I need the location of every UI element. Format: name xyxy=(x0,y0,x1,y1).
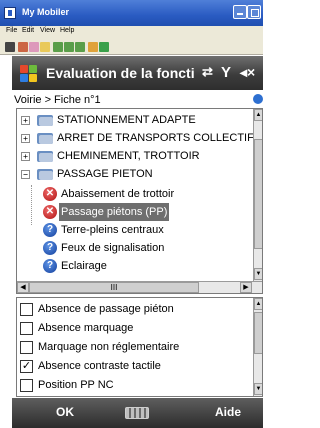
help-softkey[interactable]: Aide xyxy=(215,405,241,419)
tree-horizontal-scrollbar[interactable]: ◀ III ▶ xyxy=(17,281,262,293)
tree-item[interactable]: ? Feux de signalisation xyxy=(17,239,253,257)
checklist-item[interactable]: Absence de passage piéton xyxy=(17,300,253,319)
checklist-label: Absence de passage piéton xyxy=(38,303,174,315)
tree-item[interactable]: ? Terre-pleins centraux xyxy=(17,221,253,239)
tree-item[interactable]: ? Eclairage xyxy=(17,257,253,275)
minimize-button[interactable] xyxy=(233,5,247,19)
question-status-icon: ? xyxy=(43,223,57,237)
tree-item[interactable]: − PASSAGE PIETON xyxy=(17,165,253,183)
expand-icon[interactable]: + xyxy=(21,134,30,143)
checklist-label: Marquage non réglementaire xyxy=(38,341,180,353)
scroll-left-icon[interactable]: ◀ xyxy=(17,282,29,293)
capture-icon[interactable] xyxy=(75,42,85,52)
tree-item-label: ARRET DE TRANSPORTS COLLECTIFS xyxy=(57,132,262,144)
tree-item-selected[interactable]: ✕ Passage piétons (PP) xyxy=(17,203,253,221)
keyboard-icon[interactable] xyxy=(125,407,149,419)
scroll-up-icon[interactable]: ▲ xyxy=(254,109,262,121)
tree-item-label: Eclairage xyxy=(61,260,107,272)
maximize-button[interactable] xyxy=(247,5,261,19)
question-status-icon: ? xyxy=(43,241,57,255)
window-margin xyxy=(0,56,12,428)
softkey-bar: OK Aide xyxy=(12,398,263,428)
copy-icon[interactable] xyxy=(29,42,39,52)
checklist-item[interactable]: Position PP NC xyxy=(17,376,253,395)
checkbox-checked[interactable]: ✓ xyxy=(20,360,33,373)
host-window-title: My Mobiler xyxy=(22,7,70,17)
capture-icon[interactable] xyxy=(53,42,63,52)
settings-icon[interactable] xyxy=(99,42,109,52)
tree-panel: + STATIONNEMENT ADAPTE + ARRET DE TRANSP… xyxy=(16,108,263,294)
expand-icon[interactable]: + xyxy=(21,116,30,125)
scroll-thumb[interactable] xyxy=(254,312,262,354)
checklist-label: Absence marquage xyxy=(38,322,134,334)
connectivity-icon[interactable]: ⇄ xyxy=(202,64,213,80)
tree-item[interactable]: + ARRET DE TRANSPORTS COLLECTIFS xyxy=(17,129,261,147)
host-menubar: File Edit View Help xyxy=(0,26,263,39)
checklist-item[interactable]: Marquage non réglementaire xyxy=(17,338,253,357)
device-titlebar: Evaluation de la foncti ⇄ Y ◂× xyxy=(12,56,263,90)
help-indicator-icon[interactable] xyxy=(253,94,263,104)
scroll-thumb[interactable]: III xyxy=(29,282,199,293)
tree-item[interactable]: ✕ Abaissement de trottoir xyxy=(17,185,253,203)
checklist-panel: Absence de passage piéton Absence marqua… xyxy=(16,297,263,397)
error-status-icon: ✕ xyxy=(43,205,57,219)
ok-softkey[interactable]: OK xyxy=(56,405,74,419)
breadcrumb-text: Voirie > Fiche n°1 xyxy=(14,94,101,106)
tree-item-label: STATIONNEMENT ADAPTE xyxy=(57,114,196,126)
tree-item-label: Terre-pleins centraux xyxy=(61,224,164,236)
checkbox[interactable] xyxy=(20,303,33,316)
checklist-label: Position PP NC xyxy=(38,379,114,391)
expand-icon[interactable]: + xyxy=(21,152,30,161)
device-title: Evaluation de la foncti xyxy=(46,65,195,81)
scroll-down-icon[interactable]: ▼ xyxy=(254,383,262,395)
menu-view[interactable]: View xyxy=(40,27,55,34)
error-status-icon: ✕ xyxy=(43,187,57,201)
app-icon xyxy=(4,7,16,19)
tree-item-label: Abaissement de trottoir xyxy=(61,188,175,200)
stop-icon[interactable] xyxy=(5,42,15,52)
capture-icon[interactable] xyxy=(64,42,74,52)
scroll-up-icon[interactable]: ▲ xyxy=(254,298,262,310)
folder-icon xyxy=(37,113,53,126)
checkbox[interactable] xyxy=(20,379,33,392)
tree-item-label: CHEMINEMENT, TROTTOIR xyxy=(57,150,200,162)
menu-file[interactable]: File xyxy=(6,27,17,34)
question-status-icon: ? xyxy=(43,259,57,273)
folder-icon xyxy=(37,131,53,144)
folder-icon xyxy=(37,167,53,180)
tree-item[interactable]: + STATIONNEMENT ADAPTE xyxy=(17,111,253,129)
tree-vertical-scrollbar[interactable]: ▲ ▼ xyxy=(253,109,262,281)
folder-icon xyxy=(37,149,53,162)
tree-item-label: Passage piétons (PP) xyxy=(59,203,170,221)
checkbox[interactable] xyxy=(20,322,33,335)
breadcrumb: Voirie > Fiche n°1 xyxy=(12,90,263,110)
start-menu-icon[interactable] xyxy=(20,65,37,82)
tree-item[interactable]: + CHEMINEMENT, TROTTOIR xyxy=(17,147,253,165)
scroll-down-icon[interactable]: ▼ xyxy=(254,268,262,280)
menu-edit[interactable]: Edit xyxy=(22,27,34,34)
checklist-item[interactable]: Absence marquage xyxy=(17,319,253,338)
signal-icon[interactable]: Y xyxy=(221,64,231,81)
host-toolbar xyxy=(0,39,263,55)
checklist-item[interactable]: ✓ Absence contraste tactile xyxy=(17,357,253,376)
scroll-thumb[interactable] xyxy=(254,139,262,249)
checkbox[interactable] xyxy=(20,341,33,354)
volume-icon[interactable]: ◂× xyxy=(240,64,255,81)
tree-item-label: Feux de signalisation xyxy=(61,242,165,254)
cut-icon[interactable] xyxy=(18,42,28,52)
tree-item-label: PASSAGE PIETON xyxy=(57,168,153,180)
checklist-label: Absence contraste tactile xyxy=(38,360,161,372)
paste-icon[interactable] xyxy=(40,42,50,52)
refresh-icon[interactable] xyxy=(88,42,98,52)
collapse-icon[interactable]: − xyxy=(21,170,30,179)
menu-help[interactable]: Help xyxy=(60,27,74,34)
host-titlebar: My Mobiler xyxy=(0,0,263,26)
checklist-vertical-scrollbar[interactable]: ▲ ▼ xyxy=(253,298,262,396)
scroll-right-icon[interactable]: ▶ xyxy=(240,282,252,293)
